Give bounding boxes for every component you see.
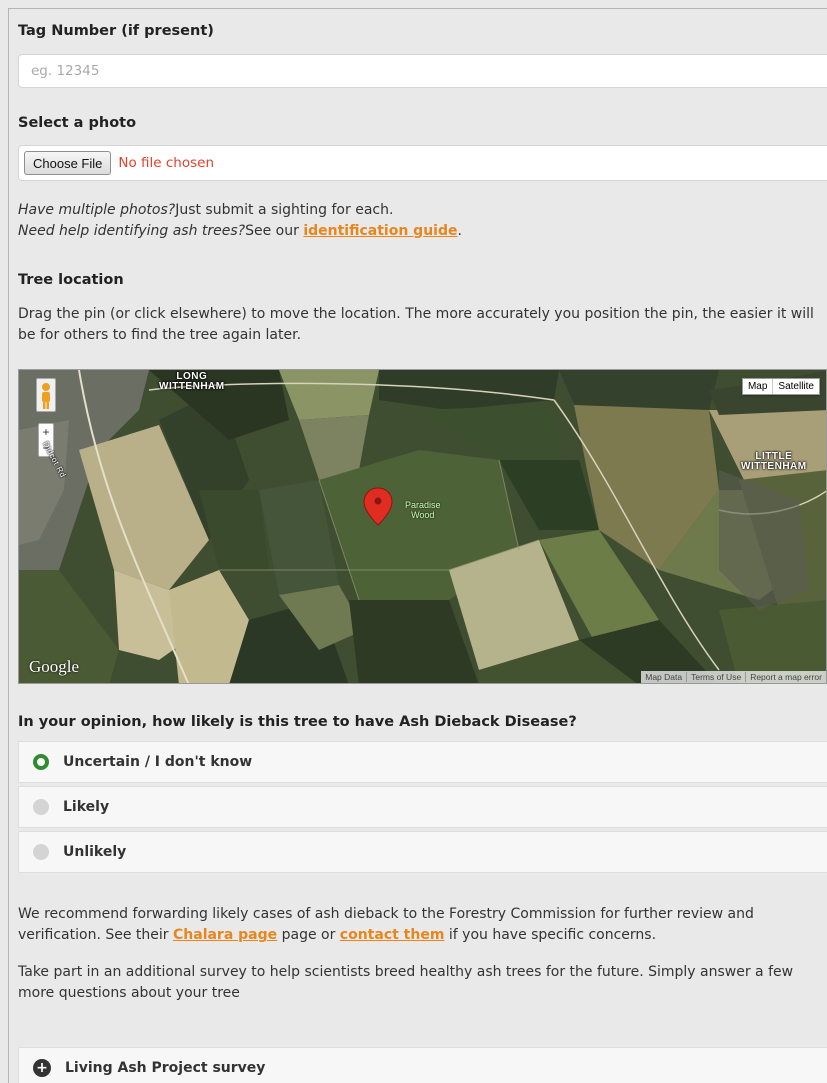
help-period: . xyxy=(457,223,462,239)
map-type-control: Map Satellite xyxy=(741,378,820,395)
terms-of-use-link[interactable]: Terms of Use xyxy=(686,672,741,682)
file-status: No file chosen xyxy=(118,155,215,171)
photo-file-input[interactable]: Choose File No file chosen xyxy=(18,145,827,181)
radio-unselected-icon[interactable] xyxy=(33,799,49,815)
paradise-wood-label: Paradise Wood xyxy=(405,500,441,520)
report-map-error-link[interactable]: Report a map error xyxy=(745,672,822,682)
recommend-part2: page or xyxy=(277,927,340,943)
satellite-imagery xyxy=(19,370,826,683)
recommend-text: We recommend forwarding likely cases of … xyxy=(18,904,818,946)
help-multiple-photos: Have multiple photos? xyxy=(18,202,176,218)
option-uncertain[interactable]: Uncertain / I don't know xyxy=(18,741,827,783)
survey-button-label: Living Ash Project survey xyxy=(65,1060,266,1076)
option-unlikely[interactable]: Unlikely xyxy=(18,831,827,873)
map-type-satellite[interactable]: Satellite xyxy=(772,379,819,394)
wood-line2: Wood xyxy=(411,510,435,520)
recommend-part3: if you have specific concerns. xyxy=(444,927,657,943)
map-attribution: Map Data Terms of Use Report a map error xyxy=(641,671,826,683)
chalara-page-link[interactable]: Chalara page xyxy=(173,927,277,943)
street-view-pegman-icon[interactable] xyxy=(36,378,56,412)
location-instructions: Drag the pin (or click elsewhere) to mov… xyxy=(18,306,814,343)
wood-line1: Paradise xyxy=(405,500,441,510)
place-little-line2: WITTENHAM xyxy=(741,461,807,472)
zoom-in-button[interactable]: + xyxy=(39,424,53,440)
option-unlikely-label: Unlikely xyxy=(63,844,127,860)
help-identify-question: Need help identifying ash trees? xyxy=(18,223,246,239)
map-type-map[interactable]: Map xyxy=(743,379,772,394)
choose-file-button[interactable]: Choose File xyxy=(24,151,112,175)
radio-selected-icon[interactable] xyxy=(33,754,49,770)
contact-them-link[interactable]: contact them xyxy=(340,927,445,943)
map-data-link[interactable]: Map Data xyxy=(645,672,682,682)
place-little-wittenham: LITTLE WITTENHAM xyxy=(741,452,807,472)
tag-number-placeholder: eg. 12345 xyxy=(31,63,100,79)
option-likely-label: Likely xyxy=(63,799,110,815)
help-submit-each: Just submit a sighting for each. xyxy=(175,202,394,218)
option-likely[interactable]: Likely xyxy=(18,786,827,828)
photo-label: Select a photo xyxy=(18,115,137,131)
place-long-line2: WITTENHAM xyxy=(159,381,225,392)
place-long-wittenham: LONG WITTENHAM xyxy=(159,372,225,392)
google-logo: Google xyxy=(29,657,80,676)
radio-unselected-icon[interactable] xyxy=(33,844,49,860)
plus-circle-icon: + xyxy=(33,1059,51,1077)
disease-question: In your opinion, how likely is this tree… xyxy=(18,714,577,730)
tag-number-label: Tag Number (if present) xyxy=(18,23,214,39)
help-see-our: See our xyxy=(245,223,304,239)
location-map[interactable]: + − LONG WITTENHAM LITTLE WITTENHAM Didc… xyxy=(18,369,827,684)
living-ash-survey-button[interactable]: + Living Ash Project survey xyxy=(18,1047,827,1083)
help-text: Have multiple photos?Just submit a sight… xyxy=(18,200,818,242)
tree-location-label: Tree location xyxy=(18,272,124,288)
option-uncertain-label: Uncertain / I don't know xyxy=(63,754,253,770)
identification-guide-link[interactable]: identification guide xyxy=(303,223,457,239)
survey-intro: Take part in an additional survey to hel… xyxy=(18,964,794,1001)
tag-number-input[interactable]: eg. 12345 xyxy=(18,54,827,88)
